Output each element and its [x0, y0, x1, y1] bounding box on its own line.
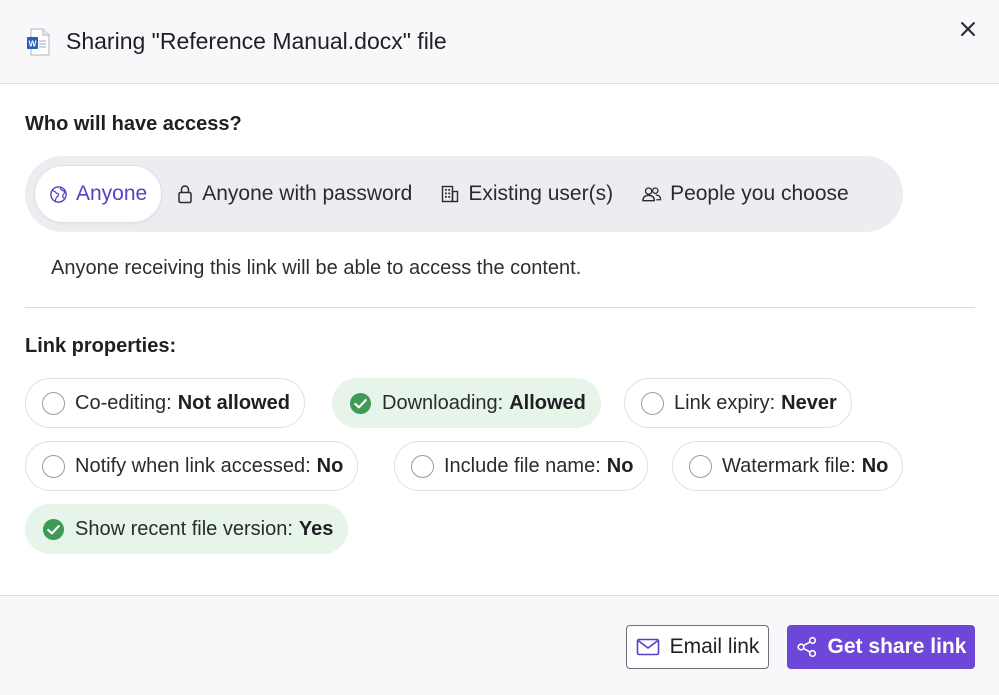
access-option-label: People you choose	[670, 182, 849, 205]
property-include-file-name[interactable]: Include file name: No	[394, 441, 649, 491]
property-downloading[interactable]: Downloading: Allowed	[332, 378, 601, 428]
access-selector: Anyone Anyone with password Existing use…	[25, 156, 903, 232]
property-watermark-file[interactable]: Watermark file: No	[672, 441, 904, 491]
access-option-password[interactable]: Anyone with password	[162, 165, 426, 223]
property-recent-version[interactable]: Show recent file version: Yes	[25, 504, 349, 554]
email-link-button[interactable]: Email link	[626, 625, 769, 669]
properties-section-label: Link properties:	[25, 335, 177, 357]
radio-unchecked-icon	[689, 454, 712, 478]
property-value: No	[316, 454, 344, 477]
close-icon	[961, 22, 975, 36]
property-name: Notify when link accessed:	[75, 454, 311, 477]
check-circle-icon	[349, 392, 372, 414]
section-divider	[25, 307, 975, 308]
access-option-label: Existing user(s)	[468, 182, 614, 205]
property-value: Allowed	[509, 391, 586, 414]
word-doc-icon: W	[26, 28, 52, 56]
property-co-editing[interactable]: Co-editing: Not allowed	[25, 378, 305, 428]
share-dialog: W Sharing "Reference Manual.docx" file W…	[0, 0, 999, 695]
access-option-anyone[interactable]: Anyone	[34, 165, 163, 223]
envelope-icon	[636, 638, 660, 656]
property-name: Include file name:	[444, 454, 601, 477]
property-value: No	[606, 454, 634, 477]
access-option-label: Anyone with password	[202, 182, 413, 205]
lock-icon	[176, 184, 194, 204]
access-option-existing-users[interactable]: Existing user(s)	[426, 165, 627, 223]
radio-unchecked-icon	[42, 454, 65, 478]
dialog-title: Sharing "Reference Manual.docx" file	[66, 28, 447, 54]
check-circle-icon	[42, 518, 65, 540]
access-section-label: Who will have access?	[25, 113, 242, 135]
property-notify-accessed[interactable]: Notify when link accessed: No	[25, 441, 359, 491]
property-name: Watermark file:	[722, 454, 856, 477]
dialog-header: W Sharing "Reference Manual.docx" file	[0, 0, 999, 84]
radio-unchecked-icon	[411, 454, 434, 478]
property-name: Co-editing:	[75, 391, 172, 414]
globe-icon	[49, 185, 68, 204]
building-icon	[440, 184, 460, 204]
property-value: Never	[781, 391, 837, 414]
property-value: Not allowed	[177, 391, 290, 414]
property-name: Link expiry:	[674, 391, 776, 414]
access-description: Anyone receiving this link will be able …	[51, 257, 582, 279]
get-share-link-label: Get share link	[827, 635, 967, 658]
close-button[interactable]	[955, 16, 981, 42]
radio-unchecked-icon	[42, 391, 65, 415]
get-share-link-button[interactable]: Get share link	[787, 625, 975, 669]
property-name: Downloading:	[382, 391, 504, 414]
share-icon	[796, 636, 818, 658]
property-name: Show recent file version:	[75, 517, 293, 540]
svg-text:W: W	[28, 38, 37, 48]
property-value: No	[861, 454, 889, 477]
access-option-people-you-choose[interactable]: People you choose	[627, 165, 863, 223]
property-link-expiry[interactable]: Link expiry: Never	[624, 378, 852, 428]
radio-unchecked-icon	[641, 391, 664, 415]
people-icon	[641, 185, 662, 203]
access-option-label: Anyone	[76, 182, 148, 205]
email-link-label: Email link	[669, 635, 760, 658]
property-value: Yes	[298, 517, 334, 540]
